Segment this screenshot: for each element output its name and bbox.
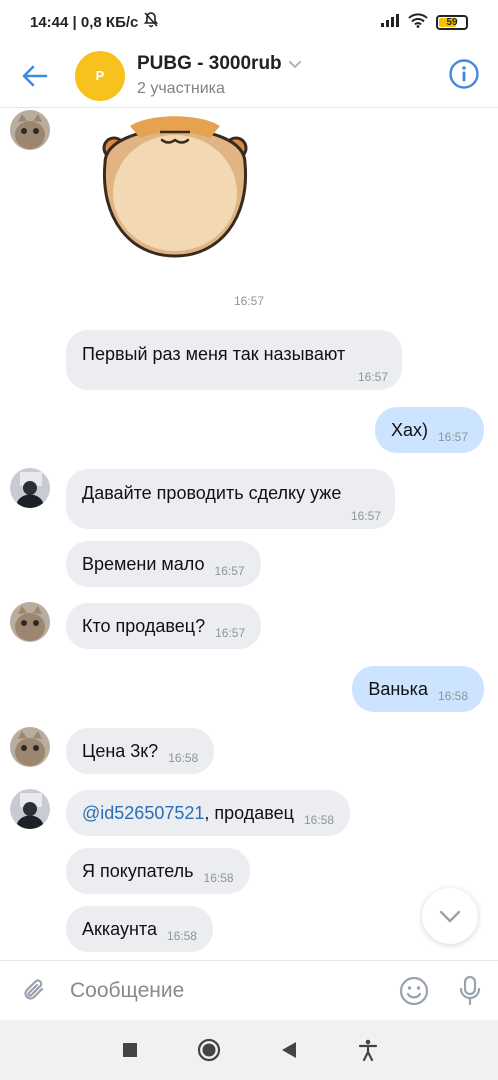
info-icon	[449, 59, 479, 89]
chat-title: PUBG - 3000rub	[137, 53, 282, 74]
chat-header: P PUBG - 3000rub 2 участника	[0, 44, 498, 108]
smiley-icon	[399, 976, 429, 1005]
message-time: 16:57	[357, 370, 388, 384]
mention-link[interactable]: @id526507521	[82, 803, 204, 823]
accessibility-button[interactable]	[348, 1030, 388, 1070]
message-bubble-outgoing[interactable]: Хах) 16:57	[374, 407, 484, 453]
chevron-down-icon	[439, 910, 461, 922]
message-text: Цена 3к?	[82, 740, 159, 761]
status-time: 14:44 | 0,8 КБ/с	[30, 13, 139, 31]
avatar-cat[interactable]	[10, 110, 50, 150]
message-time: 16:57	[437, 430, 468, 444]
voice-message-button[interactable]	[442, 961, 498, 1021]
wifi-icon	[408, 12, 428, 32]
microphone-icon	[459, 975, 481, 1005]
avatar-cat[interactable]	[10, 602, 50, 642]
message-bubble[interactable]: Я покупатель 16:58	[66, 848, 250, 894]
message-time: 16:57	[214, 564, 245, 578]
message-time: 16:57	[350, 509, 381, 523]
triangle-back-icon	[281, 1042, 296, 1058]
message-text: Времени мало	[82, 553, 205, 574]
chevron-down-icon	[288, 60, 301, 68]
scroll-down-button[interactable]	[422, 888, 478, 944]
message-text: Я покупатель	[82, 860, 194, 881]
message-bubble[interactable]: Первый раз меня так называют 16:57	[66, 330, 402, 390]
square-icon	[122, 1043, 137, 1057]
emoji-button[interactable]	[386, 961, 442, 1021]
message-time: 16:58	[168, 751, 199, 765]
message-bubble[interactable]: Времени мало 16:57	[66, 541, 261, 587]
message-bubble-outgoing[interactable]: Ванька 16:58	[352, 666, 484, 712]
message-bubble[interactable]: @id526507521, продавец 16:58	[66, 790, 350, 836]
attach-button[interactable]	[0, 961, 70, 1021]
message-text: Ванька	[368, 678, 428, 699]
message-composer	[0, 960, 498, 1020]
date-separator: 16:57	[233, 294, 265, 308]
battery-level: 59	[446, 16, 458, 28]
message-bubble[interactable]: Аккаунта 16:58	[66, 906, 213, 952]
system-nav-bar	[0, 1020, 498, 1080]
accessibility-icon	[359, 1039, 378, 1061]
message-bubble[interactable]: Кто продавец? 16:57	[66, 603, 262, 649]
back-button[interactable]	[0, 44, 70, 108]
avatar-cat[interactable]	[10, 727, 50, 767]
message-time: 16:58	[166, 929, 197, 943]
message-time: 16:58	[203, 871, 234, 885]
paperclip-icon	[24, 978, 44, 1000]
message-text: Кто продавец?	[82, 615, 206, 636]
chat-avatar[interactable]: P	[75, 50, 125, 101]
message-time: 16:57	[215, 626, 246, 640]
avatar-user[interactable]	[10, 468, 50, 508]
bell-off-icon	[144, 12, 159, 32]
circle-icon	[198, 1038, 221, 1062]
home-button[interactable]	[189, 1030, 229, 1070]
info-button[interactable]	[448, 58, 480, 90]
message-list[interactable]: 16:57 Первый раз меня так называют 16:57…	[0, 108, 498, 960]
message-text: Хах)	[390, 419, 428, 440]
back-nav-button[interactable]	[269, 1030, 309, 1070]
chat-members-count: 2 участника	[137, 80, 225, 97]
message-text: Давайте проводить сделку уже	[82, 483, 342, 503]
status-bar: 14:44 | 0,8 КБ/с 59	[0, 0, 498, 44]
message-text: Первый раз меня так называют	[82, 344, 346, 364]
message-bubble[interactable]: Давайте проводить сделку уже 16:57	[66, 469, 395, 529]
sticker-hamster[interactable]	[90, 108, 260, 260]
message-text: Аккаунта	[82, 918, 157, 939]
battery-icon: 59	[436, 14, 468, 30]
chat-info[interactable]: PUBG - 3000rub 2 участника	[137, 53, 302, 98]
message-bubble[interactable]: Цена 3к? 16:58	[66, 728, 215, 774]
arrow-left-icon	[22, 65, 48, 86]
signal-icon	[380, 13, 400, 31]
message-input[interactable]	[70, 970, 386, 1011]
message-time: 16:58	[437, 689, 468, 703]
message-text: , продавец	[204, 802, 294, 823]
avatar-user[interactable]	[10, 789, 50, 829]
message-time: 16:58	[303, 813, 334, 827]
recent-apps-button[interactable]	[110, 1030, 150, 1070]
